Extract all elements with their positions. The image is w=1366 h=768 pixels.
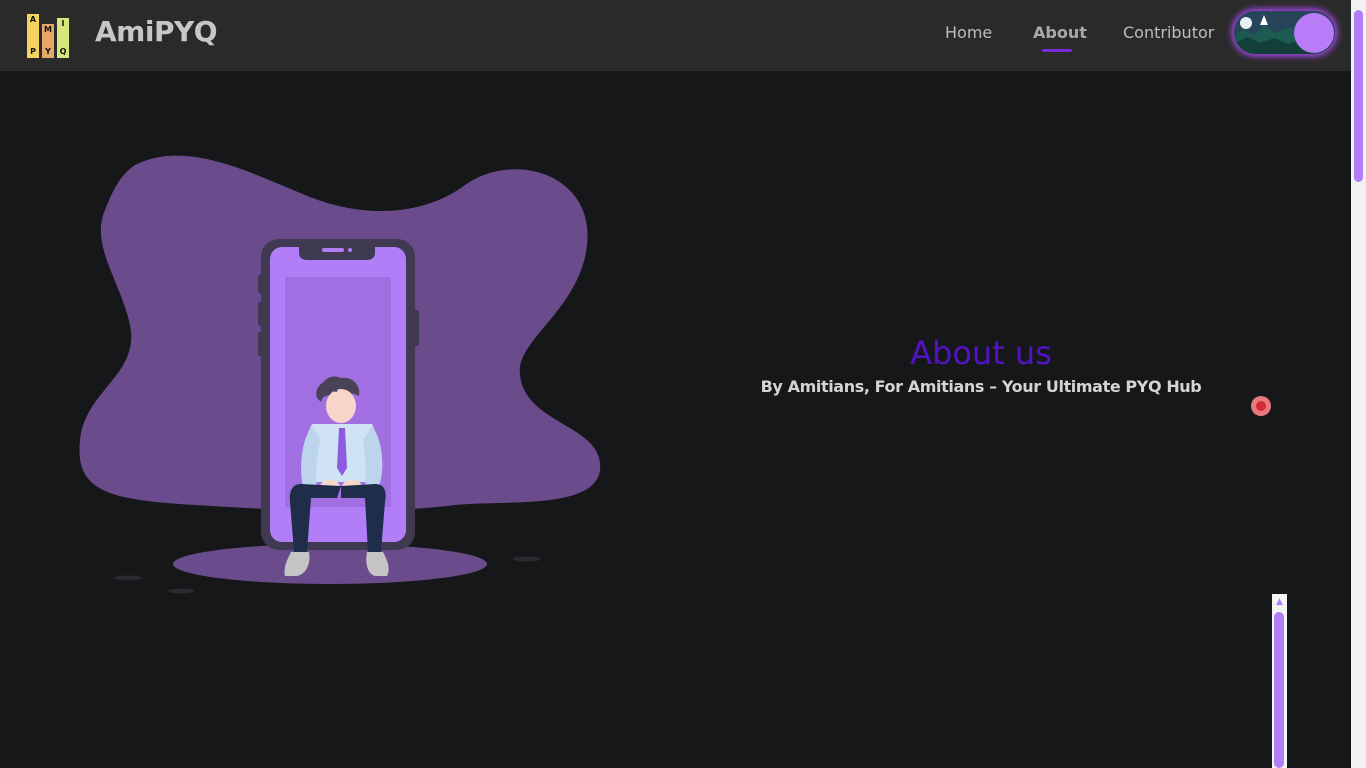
page: A P M Y I Q AmiPYQ Home About Contributo… — [0, 0, 1366, 768]
page-scrollbar-thumb[interactable] — [1354, 10, 1363, 182]
logo-letter: P — [30, 47, 36, 56]
about-tagline: By Amitians, For Amitians – Your Ultimat… — [760, 377, 1202, 396]
nav-link-contributor[interactable]: Contributor — [1123, 23, 1214, 42]
logo-letter: M — [44, 25, 52, 34]
logo-letter: Q — [59, 47, 67, 56]
nav-link-about[interactable]: About — [1033, 23, 1087, 42]
nav-link-home[interactable]: Home — [945, 23, 992, 42]
logo-letter: Y — [45, 47, 51, 56]
inner-scrollbar-thumb[interactable] — [1274, 612, 1284, 768]
active-nav-underline — [1042, 49, 1072, 52]
logo-letter: I — [61, 19, 65, 28]
logo-bar-2: M Y — [42, 24, 54, 58]
theme-toggle-knob[interactable] — [1294, 13, 1334, 53]
about-heading: About us — [910, 334, 1052, 372]
brand-logo[interactable]: A P M Y I Q — [27, 14, 69, 58]
cursor-dot — [1251, 396, 1271, 416]
scroll-up-arrow-icon[interactable]: ▲ — [1274, 597, 1285, 607]
logo-bar-3: I Q — [57, 18, 69, 58]
navbar: A P M Y I Q AmiPYQ Home About Contributo… — [0, 0, 1351, 71]
brand-name[interactable]: AmiPYQ — [95, 15, 218, 48]
logo-bar-1: A P — [27, 14, 39, 58]
person-on-phone-illustration — [79, 155, 601, 594]
logo-letter: A — [29, 15, 37, 24]
